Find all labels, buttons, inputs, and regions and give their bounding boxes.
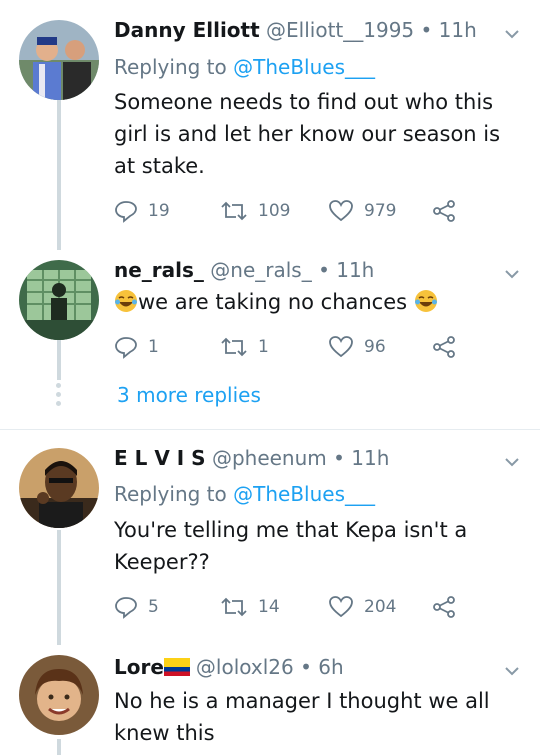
more-replies-link[interactable]: 3 more replies [117, 383, 261, 407]
handle[interactable]: @ne_rals_ [210, 258, 311, 282]
avatar[interactable] [19, 448, 99, 528]
handle[interactable]: @loloxl26 [196, 655, 294, 679]
thread-line [57, 739, 61, 755]
thread-line [57, 340, 61, 380]
tweet-actions: 19 109 979 [114, 196, 534, 226]
display-name[interactable]: Lore [114, 655, 164, 679]
retweet-count: 14 [258, 597, 280, 617]
chevron-down-icon[interactable] [502, 452, 522, 472]
separator-dot: • [333, 446, 345, 470]
share-icon [433, 200, 455, 222]
like-count: 204 [364, 597, 397, 617]
separator-dot: • [318, 258, 330, 282]
replying-to-mention[interactable]: @TheBlues___ [233, 482, 375, 506]
timestamp[interactable]: 11h [439, 18, 477, 42]
retweet-count: 1 [258, 337, 269, 357]
like-count: 96 [364, 337, 386, 357]
avatar[interactable] [19, 260, 99, 340]
retweet-button[interactable]: 109 [220, 196, 290, 226]
timestamp[interactable]: 11h [351, 446, 389, 470]
more-replies-dots [56, 383, 62, 406]
heart-icon [329, 596, 353, 618]
reply-count: 1 [148, 337, 159, 357]
thread-line [57, 530, 61, 645]
tweet-actions: 5 14 204 [114, 592, 534, 622]
avatar[interactable] [19, 655, 99, 735]
colombia-flag-icon [163, 658, 190, 676]
retweet-button[interactable]: 14 [220, 592, 280, 622]
retweet-icon [221, 201, 247, 221]
handle[interactable]: @Elliott__1995 [266, 18, 414, 42]
reply-button[interactable]: 5 [114, 592, 159, 622]
like-button[interactable]: 96 [328, 332, 386, 362]
chevron-down-icon[interactable] [502, 661, 522, 681]
share-button[interactable] [432, 592, 466, 622]
chevron-down-icon[interactable] [502, 24, 522, 44]
like-button[interactable]: 204 [328, 592, 396, 622]
tears-of-joy-emoji-icon [414, 290, 437, 312]
chevron-down-icon[interactable] [502, 264, 522, 284]
timestamp[interactable]: 6h [318, 655, 343, 679]
heart-icon [329, 336, 353, 358]
tweet-text: Someone needs to find out who this girl … [114, 90, 501, 178]
share-icon [433, 596, 455, 618]
timestamp[interactable]: 11h [336, 258, 374, 282]
display-name[interactable]: ne_rals_ [114, 258, 204, 282]
tweet-actions: 1 1 96 [114, 332, 534, 362]
like-count: 979 [364, 201, 397, 221]
tweet-text: we are taking no chances [138, 290, 408, 314]
reply-icon [115, 337, 137, 359]
reply-button[interactable]: 19 [114, 196, 170, 226]
like-button[interactable]: 979 [328, 196, 396, 226]
reply-icon [115, 201, 137, 223]
tears-of-joy-emoji-icon [115, 290, 137, 312]
replying-to-label: Replying to [114, 482, 234, 506]
retweet-count: 109 [258, 201, 291, 221]
share-button[interactable] [432, 196, 466, 226]
separator-dot: • [420, 18, 433, 42]
reply-count: 19 [148, 201, 170, 221]
replying-to-mention[interactable]: @TheBlues___ [233, 55, 375, 79]
reply-icon [115, 597, 137, 619]
tweet[interactable]: Lore @loloxl26 • 6h No he is a manager I … [0, 645, 540, 755]
display-name[interactable]: E L V I S [114, 446, 206, 470]
tweet-body: we are taking no chances [114, 286, 524, 318]
display-name[interactable]: Danny Elliott [114, 18, 260, 42]
share-icon [433, 336, 455, 358]
avatar[interactable] [19, 20, 99, 100]
reply-count: 5 [148, 597, 159, 617]
separator-dot: • [300, 655, 312, 679]
handle[interactable]: @pheenum [212, 446, 327, 470]
tweet[interactable]: ne_rals_ @ne_rals_ • 11h we are taking n… [0, 250, 540, 380]
tweet-text: You're telling me that Kepa isn't a Keep… [114, 518, 468, 574]
thread-line [57, 100, 61, 250]
retweet-button[interactable]: 1 [220, 332, 269, 362]
replying-to-label: Replying to [114, 55, 234, 79]
tweet-text: No he is a manager I thought we all knew… [114, 689, 490, 745]
reply-button[interactable]: 1 [114, 332, 159, 362]
tweet[interactable]: E L V I S @pheenum • 11h Replying to @Th… [0, 430, 540, 645]
share-button[interactable] [432, 332, 466, 362]
retweet-icon [221, 597, 247, 617]
heart-icon [329, 200, 353, 222]
retweet-icon [221, 337, 247, 357]
tweet[interactable]: Danny Elliott @Elliott__1995 • 11h Reply… [0, 0, 540, 250]
